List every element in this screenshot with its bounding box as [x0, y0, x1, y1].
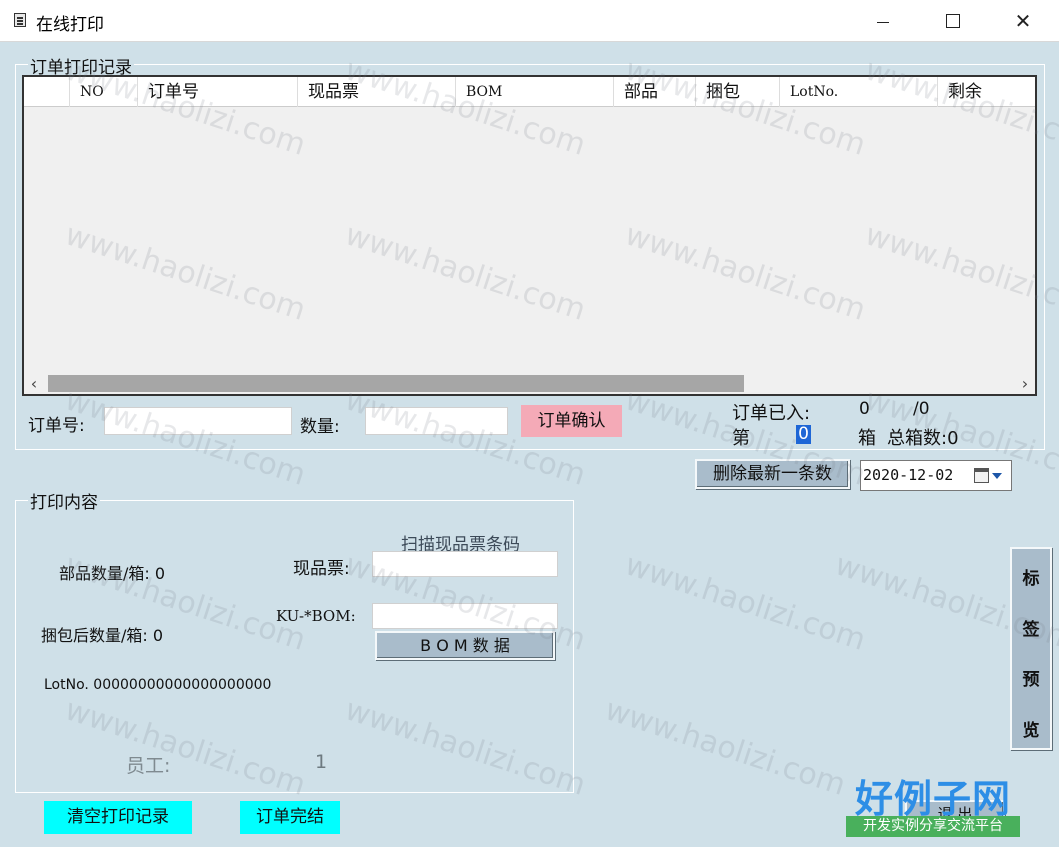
calendar-icon[interactable]: [974, 468, 989, 483]
entered-count: 0: [859, 399, 870, 419]
col-parts[interactable]: 部品: [614, 77, 696, 107]
scroll-thumb[interactable]: [48, 375, 744, 392]
parts-per-box: 部品数量/箱: 0: [59, 564, 166, 583]
col-order-no[interactable]: 订单号: [138, 77, 298, 107]
staff-value: 1: [315, 751, 328, 773]
preview-char: 签: [1022, 620, 1040, 640]
delete-latest-button[interactable]: 删除最新一条数: [695, 459, 850, 489]
watermark: www.haolizi.com: [620, 547, 870, 658]
ku-bom-label: KU-*BOM:: [276, 607, 356, 625]
col-genpin[interactable]: 现品票: [298, 77, 456, 107]
window-title: 在线打印: [36, 15, 104, 35]
qty-input[interactable]: [365, 407, 508, 435]
scroll-left-icon[interactable]: ‹: [24, 373, 44, 394]
close-icon: ✕: [1014, 9, 1032, 33]
lotno-text: LotNo. 00000000000000000000: [44, 677, 272, 693]
bom-data-button[interactable]: B O M 数 据: [375, 631, 555, 660]
order-done-button[interactable]: 订单完结: [240, 801, 340, 834]
order-no-label: 订单号:: [28, 416, 85, 436]
entered-total: /0: [913, 399, 930, 419]
grid-header: NO 订单号 现品票 BOM 部品 捆包 LotNo. 剩余: [24, 77, 1035, 107]
col-pack[interactable]: 捆包: [696, 77, 780, 107]
entered-label: 订单已入:: [732, 403, 811, 424]
qty-label: 数量:: [300, 417, 340, 437]
clear-records-button[interactable]: 清空打印记录: [44, 801, 192, 834]
chevron-down-icon[interactable]: [992, 473, 1002, 479]
box-prefix: 第: [732, 428, 750, 449]
brand-subtitle: 开发实例分享交流平台: [846, 816, 1020, 837]
records-grid[interactable]: NO 订单号 现品票 BOM 部品 捆包 LotNo. 剩余 ‹ ›: [22, 75, 1037, 396]
app-icon: [14, 13, 26, 27]
box-suffix: 箱: [858, 428, 876, 449]
staff-label: 员工:: [126, 755, 171, 777]
ku-bom-input[interactable]: [372, 603, 558, 629]
col-rowheader[interactable]: [24, 77, 70, 107]
col-remaining[interactable]: 剩余: [938, 77, 1035, 107]
date-picker[interactable]: 2020-12-02: [860, 460, 1012, 491]
col-bom[interactable]: BOM: [456, 77, 614, 107]
label-preview-button[interactable]: 标 签 预 览: [1010, 547, 1052, 750]
close-button[interactable]: ✕: [988, 0, 1058, 42]
genpin-label: 现品票:: [293, 559, 350, 579]
preview-char: 预: [1022, 670, 1040, 690]
col-no[interactable]: NO: [70, 77, 138, 107]
watermark: www.haolizi.com: [600, 692, 850, 803]
minimize-button[interactable]: [848, 0, 918, 42]
grid-body: [24, 107, 1035, 373]
total-boxes: 总箱数:0: [887, 428, 959, 449]
maximize-icon: [946, 14, 960, 28]
order-no-input[interactable]: [104, 407, 292, 435]
order-confirm-button[interactable]: 订单确认: [521, 405, 622, 437]
genpin-input[interactable]: [372, 551, 558, 577]
preview-char: 标: [1022, 569, 1040, 589]
pack-per-box: 捆包后数量/箱: 0: [41, 626, 164, 645]
brand-logo: 好例子网: [854, 777, 1011, 821]
scroll-right-icon[interactable]: ›: [1015, 373, 1035, 394]
date-value: 2020-12-02: [863, 466, 954, 484]
maximize-button[interactable]: [918, 0, 988, 42]
minimize-icon: [877, 22, 889, 23]
preview-char: 览: [1022, 721, 1040, 741]
print-content-legend: 打印内容: [28, 488, 100, 513]
box-current[interactable]: 0: [796, 425, 811, 444]
col-lotno[interactable]: LotNo.: [780, 77, 938, 107]
title-bar: 在线打印 ✕: [0, 0, 1059, 42]
horizontal-scrollbar[interactable]: ‹ ›: [24, 373, 1035, 394]
